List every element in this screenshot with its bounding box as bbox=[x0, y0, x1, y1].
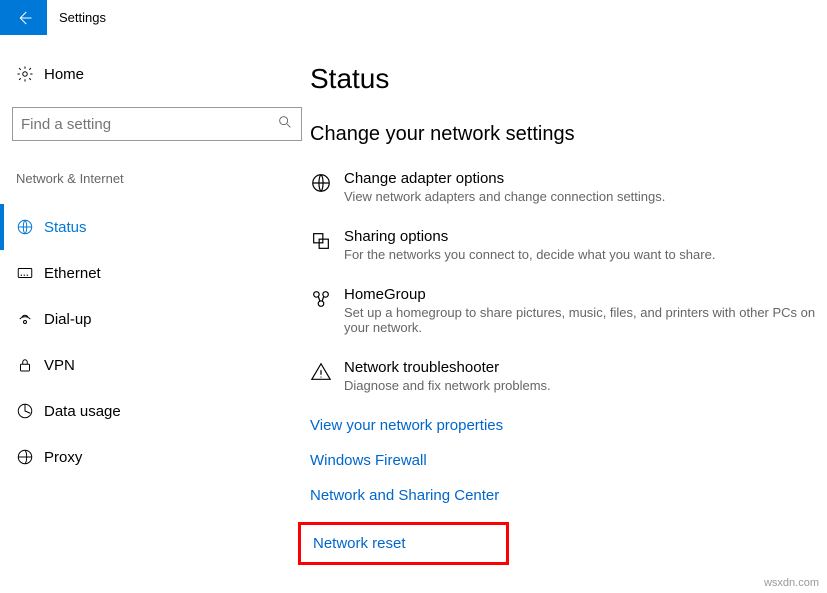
watermark: wsxdn.com bbox=[764, 577, 819, 589]
section-title: Change your network settings bbox=[310, 123, 817, 146]
homegroup-icon bbox=[310, 286, 344, 335]
option-desc: View network adapters and change connect… bbox=[344, 189, 817, 204]
category-header: Network & Internet bbox=[12, 171, 298, 186]
main-content: Status Change your network settings Chan… bbox=[310, 35, 827, 583]
home-button[interactable]: Home bbox=[12, 57, 298, 91]
option-desc: Set up a homegroup to share pictures, mu… bbox=[344, 305, 817, 335]
option-desc: For the networks you connect to, decide … bbox=[344, 247, 817, 262]
ethernet-icon bbox=[16, 264, 44, 282]
arrow-left-icon bbox=[15, 9, 33, 27]
nav-label: Ethernet bbox=[44, 265, 101, 282]
nav-label: Data usage bbox=[44, 403, 121, 420]
option-sharing[interactable]: Sharing options For the networks you con… bbox=[310, 228, 817, 262]
gear-icon bbox=[16, 65, 44, 83]
search-input[interactable] bbox=[21, 116, 277, 133]
option-desc: Diagnose and fix network problems. bbox=[344, 378, 817, 393]
option-title: Change adapter options bbox=[344, 170, 817, 187]
back-button[interactable] bbox=[0, 0, 47, 35]
status-icon bbox=[16, 218, 44, 236]
sharing-icon bbox=[310, 228, 344, 262]
link-network-reset[interactable]: Network reset bbox=[298, 522, 509, 565]
search-icon bbox=[277, 114, 293, 135]
title-bar: Settings bbox=[0, 0, 827, 35]
vpn-icon bbox=[16, 356, 44, 374]
nav-label: Status bbox=[44, 219, 87, 236]
option-title: Sharing options bbox=[344, 228, 817, 245]
option-troubleshooter[interactable]: Network troubleshooter Diagnose and fix … bbox=[310, 359, 817, 393]
nav-label: Dial-up bbox=[44, 311, 92, 328]
page-title: Status bbox=[310, 63, 817, 95]
link-view-properties[interactable]: View your network properties bbox=[310, 417, 817, 434]
sidebar-item-datausage[interactable]: Data usage bbox=[12, 388, 298, 434]
nav-label: VPN bbox=[44, 357, 75, 374]
option-homegroup[interactable]: HomeGroup Set up a homegroup to share pi… bbox=[310, 286, 817, 335]
warning-icon bbox=[310, 359, 344, 393]
window-title: Settings bbox=[59, 10, 106, 25]
link-network-sharing-center[interactable]: Network and Sharing Center bbox=[310, 487, 817, 504]
nav-label: Proxy bbox=[44, 449, 82, 466]
sidebar-item-ethernet[interactable]: Ethernet bbox=[12, 250, 298, 296]
sidebar-item-status[interactable]: Status bbox=[12, 204, 298, 250]
sidebar-item-vpn[interactable]: VPN bbox=[12, 342, 298, 388]
option-change-adapter[interactable]: Change adapter options View network adap… bbox=[310, 170, 817, 204]
sidebar-item-dialup[interactable]: Dial-up bbox=[12, 296, 298, 342]
sidebar: Home Network & Internet Status Ethernet … bbox=[0, 35, 310, 583]
proxy-icon bbox=[16, 448, 44, 466]
sidebar-item-proxy[interactable]: Proxy bbox=[12, 434, 298, 480]
search-box[interactable] bbox=[12, 107, 302, 141]
datausage-icon bbox=[16, 402, 44, 420]
option-title: Network troubleshooter bbox=[344, 359, 817, 376]
option-title: HomeGroup bbox=[344, 286, 817, 303]
link-windows-firewall[interactable]: Windows Firewall bbox=[310, 452, 817, 469]
globe-icon bbox=[310, 170, 344, 204]
dialup-icon bbox=[16, 310, 44, 328]
home-label: Home bbox=[44, 66, 84, 83]
